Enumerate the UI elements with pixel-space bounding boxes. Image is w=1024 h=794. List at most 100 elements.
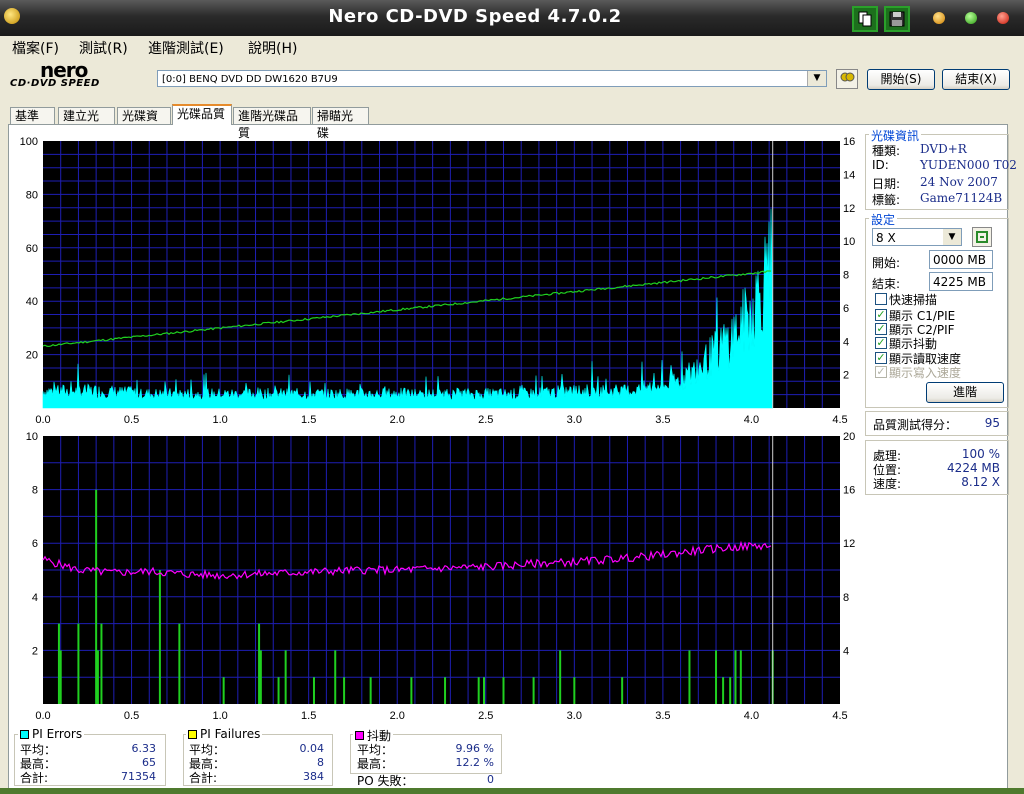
x-tick-label: 2.5 <box>478 710 493 722</box>
tab-disc-quality[interactable]: 光碟品質 <box>172 104 232 125</box>
pi-errors-total-value: 71354 <box>121 770 156 783</box>
tab-advanced-disc-quality[interactable]: 進階光碟品質 <box>233 107 311 140</box>
quick-scan-checkbox[interactable] <box>875 293 887 305</box>
y-tick-label-right: 12 <box>843 203 855 215</box>
disc-label-value: Game71124B <box>920 191 1003 205</box>
disc-id-label: ID: <box>872 158 889 172</box>
tab-create-disc[interactable]: 建立光碟 <box>58 107 115 140</box>
pi-errors-total-label: 合計: <box>20 771 49 785</box>
window-title: Nero CD-DVD Speed 4.7.0.2 <box>328 6 622 27</box>
x-tick-label: 3.0 <box>567 710 582 722</box>
y-tick-label-left: 100 <box>20 136 38 148</box>
jitter-max-label: 最高： <box>357 757 394 771</box>
y-tick-label-right: 8 <box>843 592 849 604</box>
pi-failures-total-label: 合計: <box>189 771 218 785</box>
menu-test[interactable]: 測試(R) <box>79 38 128 58</box>
y-tick-label-right: 4 <box>843 336 849 348</box>
x-tick-label: 4.0 <box>744 710 759 722</box>
show-jitter-checkbox[interactable]: ✓ <box>875 337 887 349</box>
x-tick-label: 4.5 <box>832 710 847 722</box>
y-tick-label-right: 20 <box>843 431 855 443</box>
quality-score-value: 95 <box>984 416 1000 430</box>
y-tick-label-left: 6 <box>32 538 38 550</box>
x-tick-label: 0.0 <box>35 710 50 722</box>
speed-value: 8.12 X <box>961 475 1000 489</box>
speed-label: 速度: <box>873 477 902 491</box>
x-tick-label: 3.5 <box>655 710 670 722</box>
y-tick-label-left: 60 <box>26 243 38 255</box>
x-tick-label: 2.0 <box>390 710 405 722</box>
settings-title: 設定 <box>869 211 898 228</box>
start-field[interactable]: 0000 MB <box>929 250 993 269</box>
y-tick-label-left: 4 <box>32 592 38 604</box>
pi-errors-swatch <box>20 729 29 739</box>
disc-date-label: 日期: <box>872 177 901 191</box>
x-tick-label: 1.5 <box>301 710 316 722</box>
x-tick-label: 1.0 <box>212 710 227 722</box>
refresh-icon[interactable] <box>972 227 992 247</box>
pie-read-speed-chart: 0.0 0.5 1.0 1.5 2.0 2.5 3.0 3.5 4.0 4.51008060402… <box>20 136 856 426</box>
minimize-button[interactable] <box>933 12 945 24</box>
jitter-max-value: 12.2 % <box>455 756 494 769</box>
maximize-button[interactable] <box>965 12 977 24</box>
close-button[interactable] <box>997 12 1009 24</box>
y-tick-label-right: 16 <box>843 136 855 148</box>
show-read-speed-checkbox[interactable]: ✓ <box>875 352 887 364</box>
disc-date-value: 24 Nov 2007 <box>920 175 998 189</box>
y-tick-label-right: 10 <box>843 236 855 248</box>
y-tick-label-right: 12 <box>843 538 855 550</box>
y-tick-label-right: 2 <box>843 370 849 382</box>
eject-icon[interactable] <box>836 69 858 89</box>
pi-failures-max-value: 8 <box>317 756 324 769</box>
show-c1-pie-checkbox[interactable]: ✓ <box>875 309 887 321</box>
menu-file[interactable]: 檔案(F) <box>12 38 59 58</box>
menu-help[interactable]: 說明(H) <box>248 38 297 58</box>
start-button[interactable]: 開始(S) <box>867 69 935 90</box>
desktop-strip <box>0 788 1024 794</box>
jitter-avg-value: 9.96 % <box>455 742 494 755</box>
position-value: 4224 MB <box>947 461 1000 475</box>
pi-failures-avg-value: 0.04 <box>299 742 325 755</box>
disc-type-label: 種類: <box>872 144 901 158</box>
x-tick-label: 0.5 <box>124 710 139 722</box>
chevron-down-icon[interactable]: ▼ <box>943 229 961 245</box>
quality-score-label: 品質測試得分： <box>873 418 958 432</box>
y-tick-label-right: 14 <box>843 169 855 181</box>
menu-advanced-test[interactable]: 進階測試(E) <box>148 38 224 58</box>
advanced-button[interactable]: 進階 <box>926 382 1004 403</box>
disc-type-value: DVD+R <box>920 142 967 156</box>
y-tick-label-right: 16 <box>843 485 855 497</box>
pi-failures-title: PI Failures <box>200 727 261 741</box>
pi-failures-header: PI Failures <box>186 727 263 741</box>
pi-errors-header: PI Errors <box>18 727 85 741</box>
chevron-down-icon[interactable]: ▼ <box>807 71 826 86</box>
y-tick-label-left: 20 <box>26 350 38 362</box>
y-tick-label-left: 8 <box>32 485 38 497</box>
show-write-speed-checkbox: ✓ <box>875 365 887 378</box>
copy-icon[interactable] <box>852 6 878 32</box>
exit-button[interactable]: 結束(X) <box>942 69 1010 90</box>
show-c2-pif-checkbox[interactable]: ✓ <box>875 323 887 335</box>
save-icon[interactable] <box>884 6 910 32</box>
y-tick-label-left: 40 <box>26 296 38 308</box>
drive-select[interactable]: [0:0] BENQ DVD DD DW1620 B7U9 <box>157 70 827 87</box>
tab-disc-info[interactable]: 光碟資訊 <box>117 107 171 140</box>
end-field[interactable]: 4225 MB <box>929 272 993 291</box>
y-tick-label-right: 6 <box>843 303 849 315</box>
y-tick-label-right: 4 <box>843 645 849 657</box>
tab-benchmark[interactable]: 基準 <box>10 107 55 124</box>
start-label: 開始: <box>872 256 901 270</box>
quick-scan-label: 快速掃描 <box>889 293 938 307</box>
tab-scan-disc[interactable]: 掃瞄光碟 <box>312 107 369 140</box>
po-failures-value: 0 <box>487 773 494 786</box>
progress-value: 100 % <box>961 447 1000 461</box>
y-tick-label-left: 80 <box>26 189 38 201</box>
pi-failures-swatch <box>188 729 197 739</box>
jitter-swatch <box>355 731 364 740</box>
cd-dvd-speed-logo: CD·DVD SPEED <box>10 78 100 89</box>
pi-errors-max-value: 65 <box>142 756 156 769</box>
end-label: 結束: <box>872 277 901 291</box>
pif-jitter-chart: 0.0 0.5 1.0 1.5 2.0 2.5 3.0 3.5 4.0 4.5 10 8 6 4 2 20 16… <box>26 431 856 722</box>
y-tick-label-left: 2 <box>32 645 38 657</box>
disc-label-label: 標籤: <box>872 193 901 207</box>
